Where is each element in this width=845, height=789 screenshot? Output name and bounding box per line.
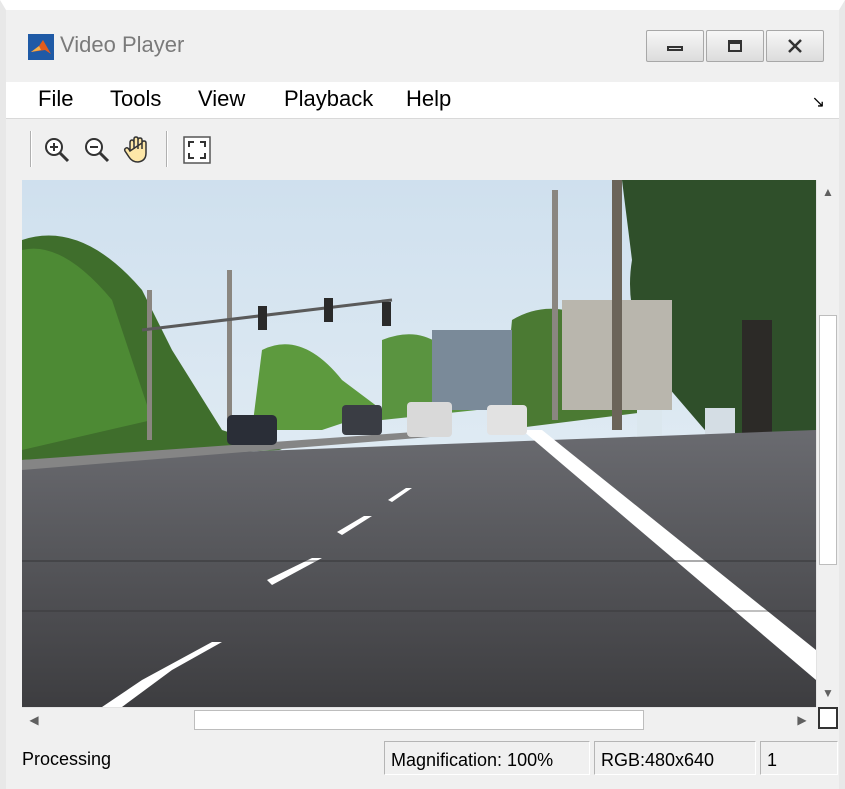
horizontal-scroll-thumb[interactable] xyxy=(194,710,644,730)
image-info-label: RGB:480x640 xyxy=(601,750,715,770)
minimize-button[interactable] xyxy=(646,30,704,62)
close-button[interactable] xyxy=(766,30,824,62)
scroll-corner xyxy=(818,707,838,729)
menu-bar: File Tools View Playback Help ↘ xyxy=(6,82,839,118)
video-display[interactable] xyxy=(22,180,816,707)
dock-icon[interactable]: ↘ xyxy=(812,92,825,112)
menu-playback[interactable]: Playback xyxy=(284,86,373,112)
scroll-right-arrow[interactable]: ▶ xyxy=(792,710,812,730)
minimize-icon xyxy=(667,46,683,51)
magnification-label: Magnification: 100% xyxy=(391,750,554,770)
menu-view[interactable]: View xyxy=(198,86,245,112)
pan-button[interactable] xyxy=(122,135,152,165)
zoom-in-icon xyxy=(45,138,70,163)
maximize-button[interactable] xyxy=(706,30,764,62)
horizontal-scrollbar[interactable]: ◀ ▶ xyxy=(22,707,816,732)
toolbar-separator xyxy=(166,131,168,167)
zoom-out-button[interactable] xyxy=(82,135,112,165)
scroll-down-arrow[interactable]: ▼ xyxy=(818,683,838,703)
scroll-up-arrow[interactable]: ▲ xyxy=(818,182,838,202)
video-frame xyxy=(22,180,816,707)
magnification-cell: Magnification: 100% xyxy=(384,741,590,775)
status-text: Processing xyxy=(22,749,112,769)
image-info-cell: RGB:480x640 xyxy=(594,741,756,775)
fit-to-view-icon xyxy=(183,136,211,164)
vertical-scrollbar[interactable]: ▲ ▼ xyxy=(816,180,839,707)
frame-number: 1 xyxy=(767,750,778,770)
menu-file[interactable]: File xyxy=(38,86,73,112)
frame-number-cell: 1 xyxy=(760,741,838,775)
title-bar[interactable]: Video Player xyxy=(6,10,839,82)
window-title: Video Player xyxy=(60,32,185,57)
vertical-scroll-thumb[interactable] xyxy=(819,315,837,565)
zoom-out-icon xyxy=(85,138,110,163)
scroll-left-arrow[interactable]: ◀ xyxy=(24,710,44,730)
menu-tools[interactable]: Tools xyxy=(110,86,161,112)
toolbar-separator xyxy=(30,131,32,167)
close-icon xyxy=(788,39,802,53)
fit-to-view-button[interactable] xyxy=(182,135,212,165)
pan-hand-icon xyxy=(123,136,147,163)
toolbar xyxy=(6,118,839,179)
matlab-logo-icon xyxy=(28,34,54,60)
status-bar: Processing Magnification: 100% RGB:480x6… xyxy=(6,737,839,779)
zoom-in-button[interactable] xyxy=(42,135,72,165)
menu-help[interactable]: Help xyxy=(406,86,451,112)
maximize-icon xyxy=(728,40,742,52)
